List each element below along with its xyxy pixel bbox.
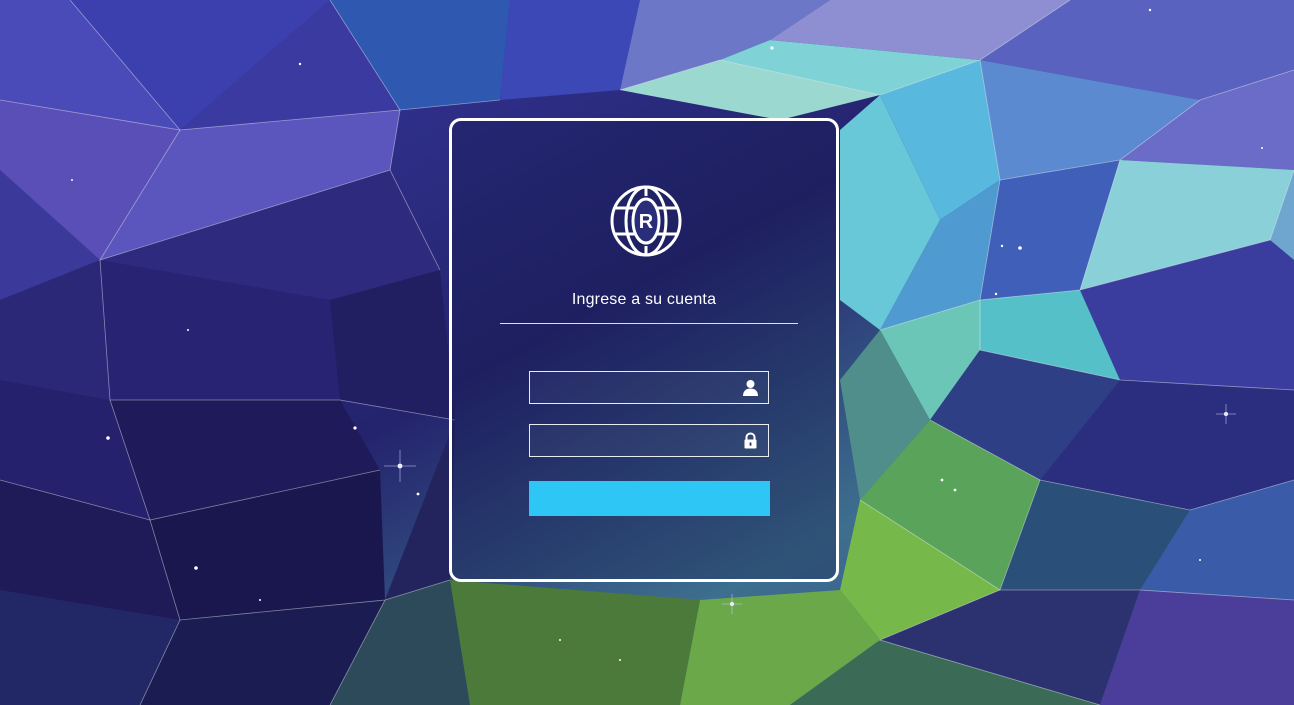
username-field <box>529 371 769 404</box>
username-input[interactable] <box>530 372 735 403</box>
globe-r-logo: R <box>610 185 682 257</box>
password-field <box>529 424 769 457</box>
lock-icon <box>744 432 757 449</box>
login-submit-button[interactable] <box>529 481 770 516</box>
user-icon <box>743 380 758 396</box>
title-divider <box>500 323 798 324</box>
login-card: R Ingrese a su cuenta <box>449 118 839 582</box>
login-title: Ingrese a su cuenta <box>571 291 717 308</box>
logo-letter: R <box>639 211 654 233</box>
password-input[interactable] <box>530 425 735 456</box>
